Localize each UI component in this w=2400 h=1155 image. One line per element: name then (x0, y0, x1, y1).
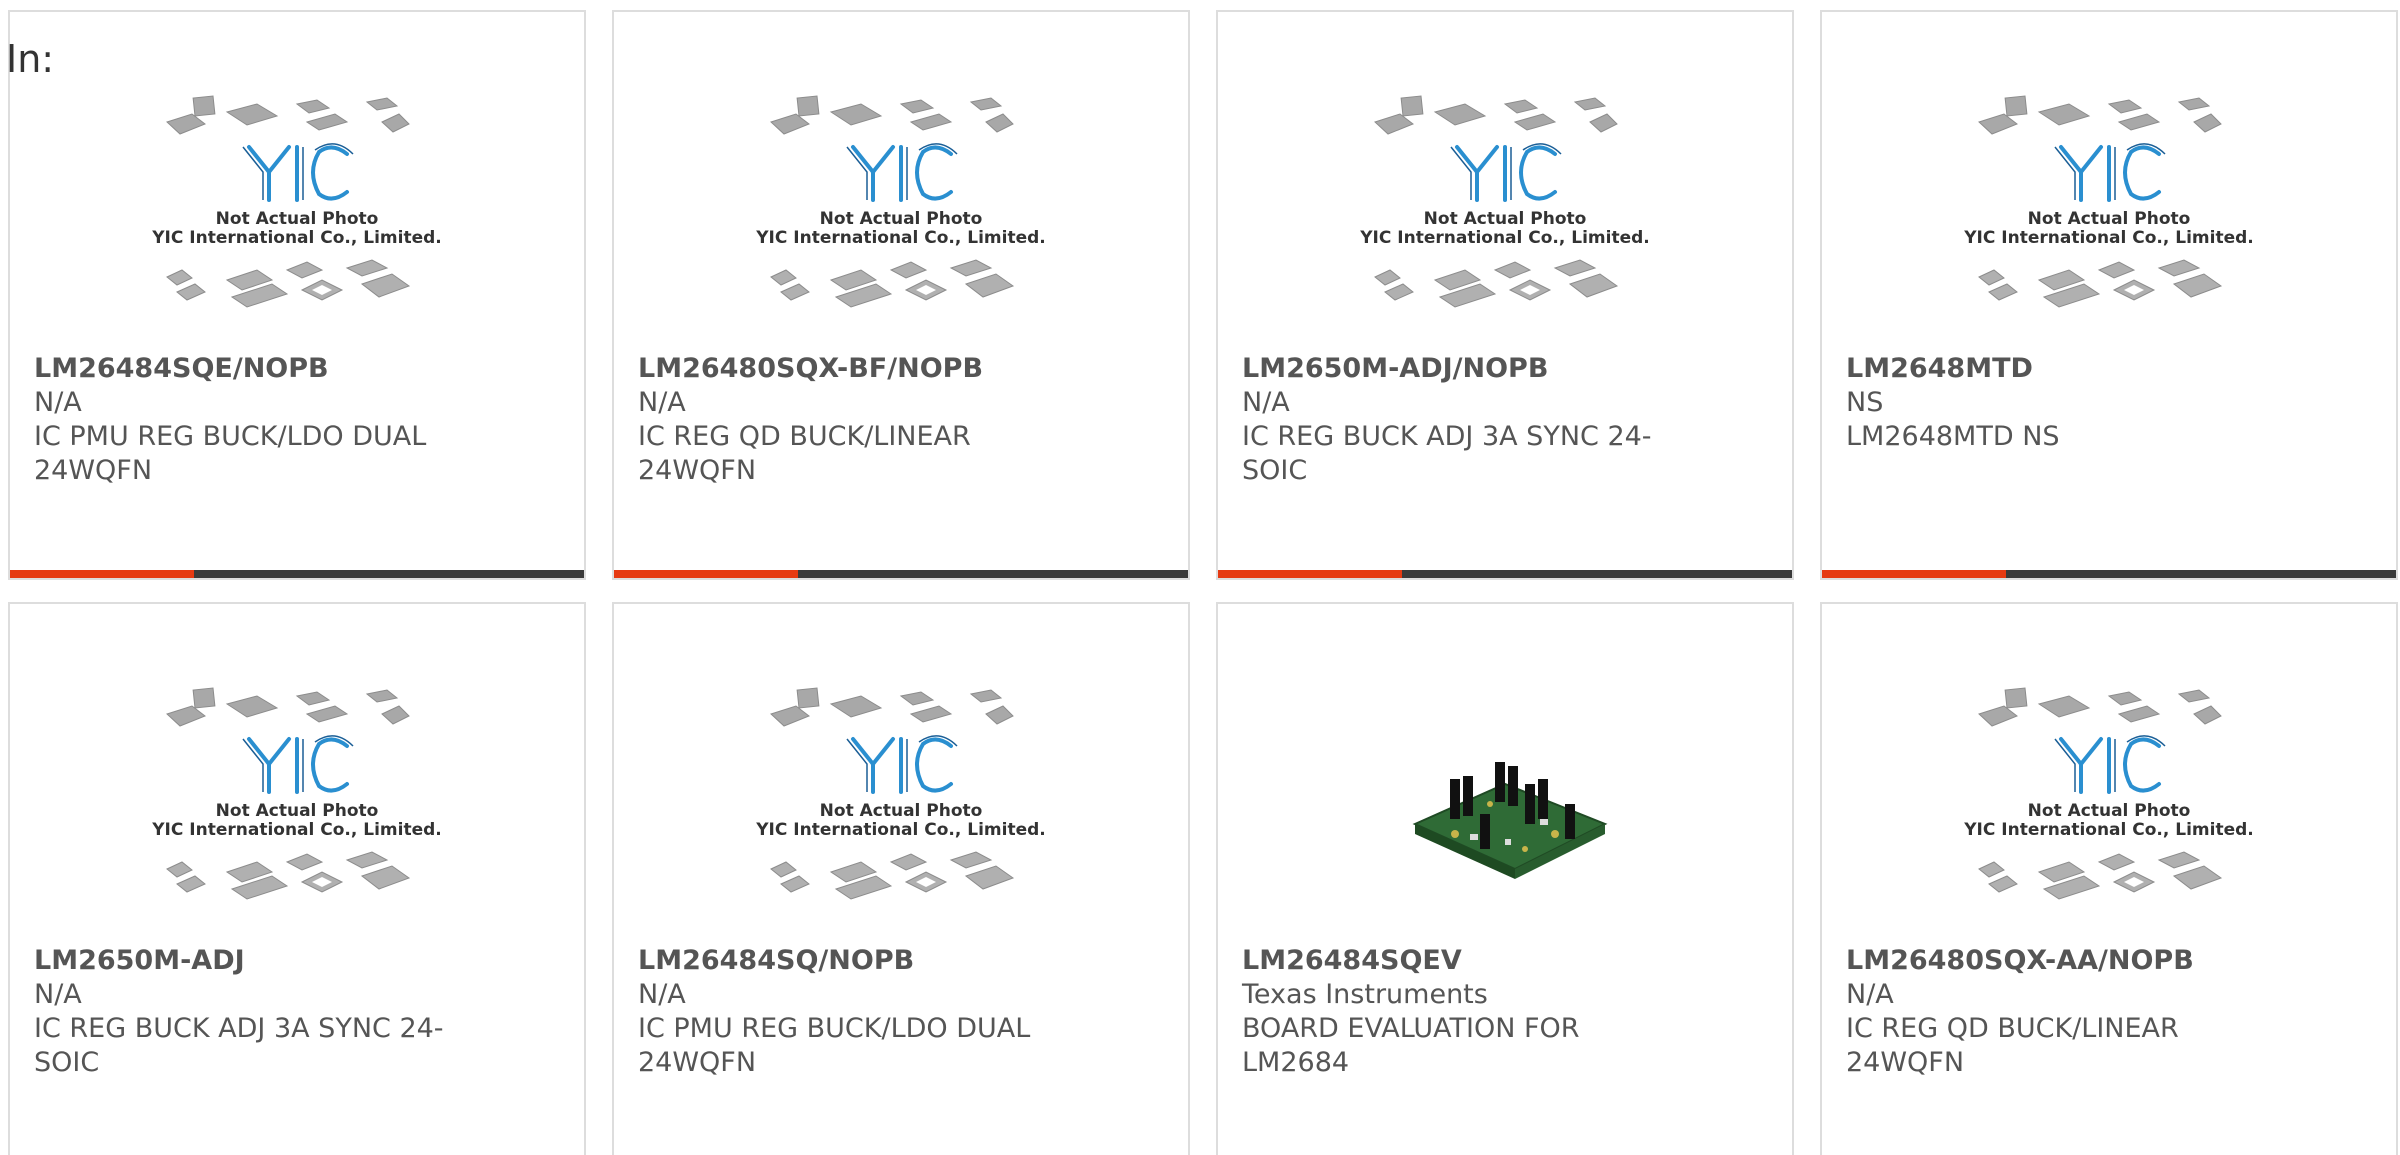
placeholder-line1: Not Actual Photo (2028, 801, 2191, 821)
part-number-link[interactable]: LM26484SQ/NOPB (638, 944, 1164, 978)
part-number-link[interactable]: LM2650M-ADJ/NOPB (1242, 352, 1768, 386)
placeholder-line2: YIC International Co., Limited. (151, 820, 442, 840)
product-card[interactable]: Not Actual Photo YIC International Co., … (1820, 602, 2398, 1155)
description-text: BOARD EVALUATION FOR LM2684 (1242, 1013, 1580, 1078)
product-card[interactable]: LM26484SQEV Texas Instruments BOARD EVALUA… (1216, 602, 1794, 1155)
card-accent-highlight (1218, 570, 1402, 578)
product-grid: Not Actual Photo YIC International Co., … (8, 10, 2398, 1155)
card-accent-highlight (614, 570, 798, 578)
product-info: LM2648MTD NS LM2648MTD NS (1846, 352, 2372, 454)
card-accent-highlight (1822, 570, 2006, 578)
product-info: LM26484SQEV Texas Instruments BOARD EVALUA… (1242, 944, 1768, 1080)
product-thumbnail[interactable]: Not Actual Photo YIC International Co., … (614, 92, 1188, 362)
product-card[interactable]: Not Actual Photo YIC International Co., … (1820, 10, 2398, 580)
placeholder-image: Not Actual Photo YIC International Co., … (151, 687, 442, 900)
manufacturer-text: Texas Instruments (1242, 979, 1488, 1010)
description-text: IC REG QD BUCK/LINEAR 24WQFN (1846, 1013, 2179, 1078)
placeholder-image: Not Actual Photo YIC International Co., … (151, 95, 442, 308)
manufacturer-text: N/A (1846, 979, 1894, 1010)
placeholder-image: Not Actual Photo YIC International Co., … (755, 95, 1046, 308)
product-info: LM26480SQX-BF/NOPB N/A IC REG QD BUCK/LINE… (638, 352, 1164, 488)
description-text: IC PMU REG BUCK/LDO DUAL 24WQFN (638, 1013, 1031, 1078)
product-card[interactable]: Not Actual Photo YIC International Co., … (612, 10, 1190, 580)
product-thumbnail[interactable]: Not Actual Photo YIC International Co., … (1218, 92, 1792, 362)
manufacturer-text: N/A (1242, 387, 1290, 418)
product-info: LM26484SQ/NOPB N/A IC PMU REG BUCK/LDO DUA… (638, 944, 1164, 1080)
product-card[interactable]: Not Actual Photo YIC International Co., … (8, 602, 586, 1155)
placeholder-image: Not Actual Photo YIC International Co., … (755, 687, 1046, 900)
part-number-link[interactable]: LM26484SQE/NOPB (34, 352, 560, 386)
placeholder-image: Not Actual Photo YIC International Co., … (1963, 95, 2254, 308)
placeholder-line2: YIC International Co., Limited. (1963, 228, 2254, 248)
card-accent-bar (1218, 570, 1792, 578)
part-number-link[interactable]: LM26480SQX-BF/NOPB (638, 352, 1164, 386)
product-card[interactable]: Not Actual Photo YIC International Co., … (8, 10, 586, 580)
part-number-link[interactable]: LM2650M-ADJ (34, 944, 560, 978)
placeholder-line1: Not Actual Photo (2028, 209, 2191, 229)
product-card[interactable]: Not Actual Photo YIC International Co., … (612, 602, 1190, 1155)
product-thumbnail[interactable]: Not Actual Photo YIC International Co., … (1822, 92, 2396, 362)
placeholder-line1: Not Actual Photo (216, 209, 379, 229)
product-info: LM2650M-ADJ/NOPB N/A IC REG BUCK ADJ 3A SY… (1242, 352, 1768, 488)
placeholder-line1: Not Actual Photo (1424, 209, 1587, 229)
filter-label: In: (6, 37, 55, 81)
product-thumbnail[interactable] (1218, 684, 1792, 954)
card-accent-highlight (10, 570, 194, 578)
description-text: LM2648MTD NS (1846, 421, 2060, 452)
part-number-link[interactable]: LM2648MTD (1846, 352, 2372, 386)
placeholder-line1: Not Actual Photo (820, 801, 983, 821)
card-accent-bar (614, 570, 1188, 578)
product-thumbnail[interactable]: Not Actual Photo YIC International Co., … (1822, 684, 2396, 954)
product-thumbnail[interactable]: Not Actual Photo YIC International Co., … (10, 92, 584, 362)
product-thumbnail[interactable]: Not Actual Photo YIC International Co., … (10, 684, 584, 954)
part-number-link[interactable]: LM26484SQEV (1242, 944, 1768, 978)
placeholder-line1: Not Actual Photo (820, 209, 983, 229)
product-thumbnail[interactable]: Not Actual Photo YIC International Co., … (614, 684, 1188, 954)
product-info: LM2650M-ADJ N/A IC REG BUCK ADJ 3A SYNC 24… (34, 944, 560, 1080)
placeholder-line2: YIC International Co., Limited. (151, 228, 442, 248)
description-text: IC REG BUCK ADJ 3A SYNC 24-SOIC (1242, 421, 1652, 486)
product-info: LM26484SQE/NOPB N/A IC PMU REG BUCK/LDO DU… (34, 352, 560, 488)
product-card[interactable]: Not Actual Photo YIC International Co., … (1216, 10, 1794, 580)
placeholder-line2: YIC International Co., Limited. (1963, 820, 2254, 840)
description-text: IC REG BUCK ADJ 3A SYNC 24-SOIC (34, 1013, 444, 1078)
card-accent-bar (10, 570, 584, 578)
manufacturer-text: N/A (638, 387, 686, 418)
placeholder-line2: YIC International Co., Limited. (1359, 228, 1650, 248)
card-accent-bar (1822, 570, 2396, 578)
placeholder-line2: YIC International Co., Limited. (755, 228, 1046, 248)
manufacturer-text: N/A (638, 979, 686, 1010)
manufacturer-text: NS (1846, 387, 1884, 418)
manufacturer-text: N/A (34, 387, 82, 418)
description-text: IC PMU REG BUCK/LDO DUAL 24WQFN (34, 421, 427, 486)
placeholder-image: Not Actual Photo YIC International Co., … (1359, 95, 1650, 308)
part-number-link[interactable]: LM26480SQX-AA/NOPB (1846, 944, 2372, 978)
board-image (1412, 762, 1608, 879)
placeholder-line1: Not Actual Photo (216, 801, 379, 821)
product-info: LM26480SQX-AA/NOPB N/A IC REG QD BUCK/LINE… (1846, 944, 2372, 1080)
placeholder-line2: YIC International Co., Limited. (755, 820, 1046, 840)
description-text: IC REG QD BUCK/LINEAR 24WQFN (638, 421, 971, 486)
placeholder-image: Not Actual Photo YIC International Co., … (1963, 687, 2254, 900)
product-grid-page: In: Not Actual Photo YIC International C… (0, 0, 2400, 1155)
manufacturer-text: N/A (34, 979, 82, 1010)
